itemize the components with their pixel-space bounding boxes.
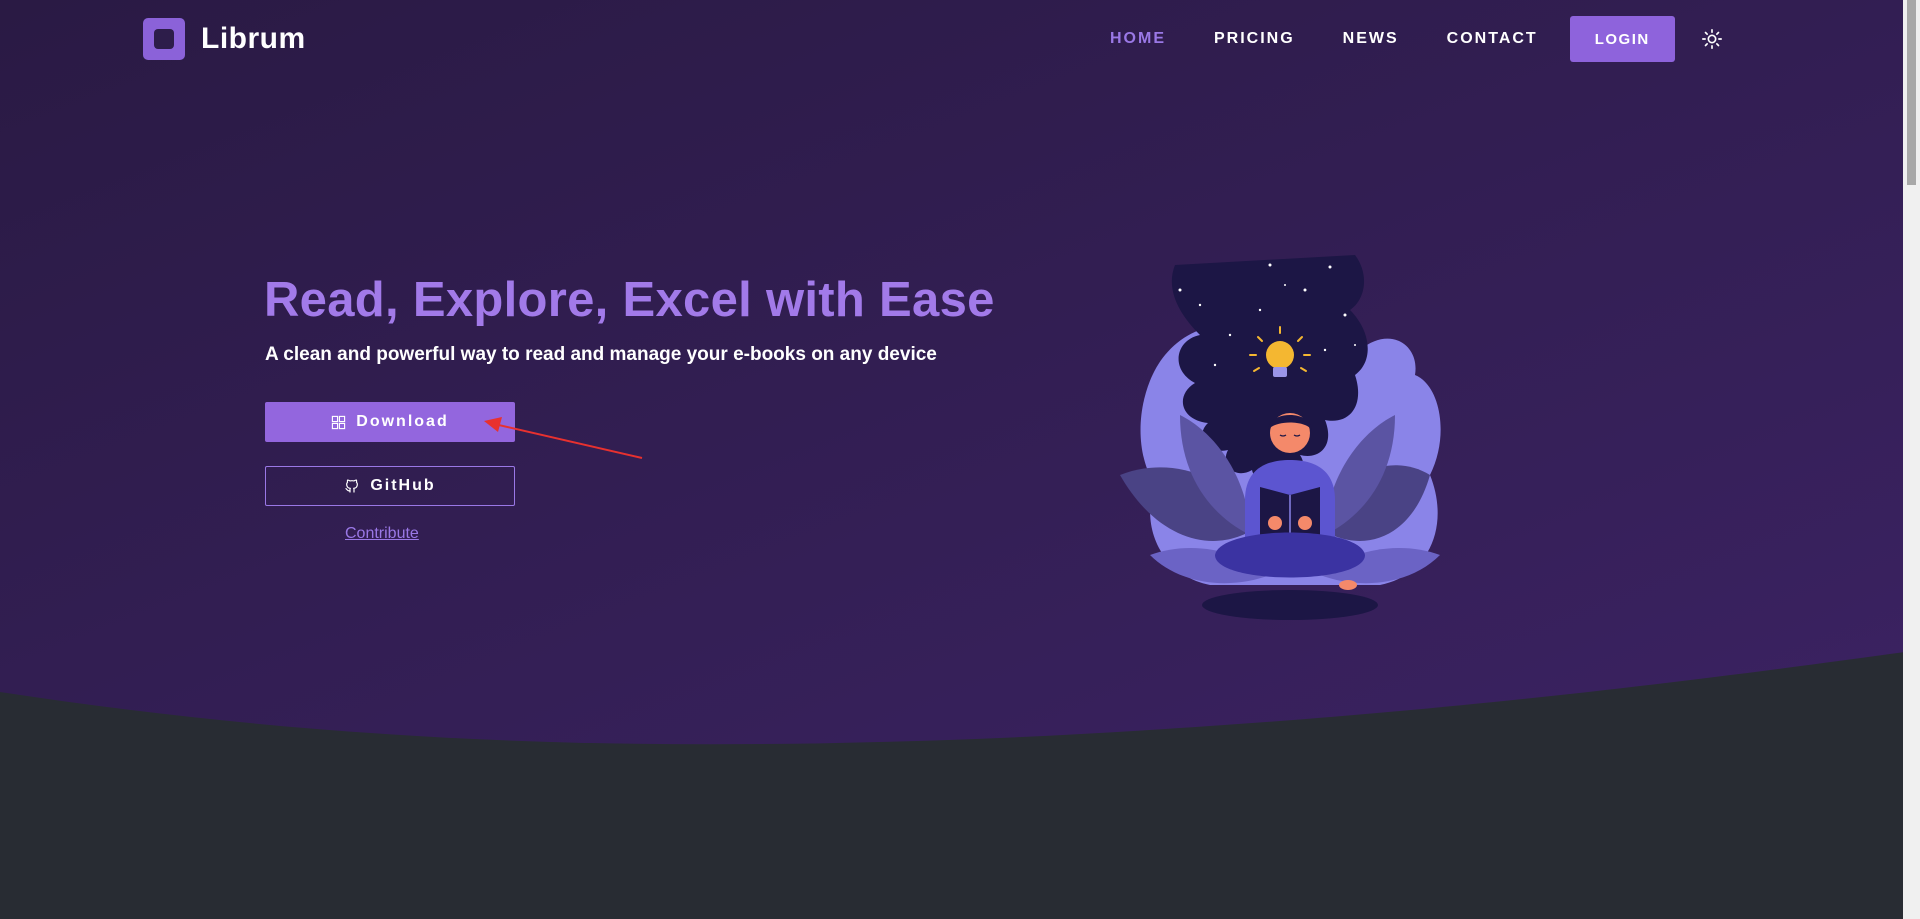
download-button[interactable]: Download [265, 402, 515, 442]
contribute-link[interactable]: Contribute [345, 525, 419, 543]
hero-title: Read, Explore, Excel with Ease [264, 273, 995, 327]
brand-name: Librum [201, 22, 306, 55]
nav-item-news[interactable]: NEWS [1343, 16, 1399, 62]
nav-item-pricing[interactable]: PRICING [1214, 16, 1295, 62]
download-button-label: Download [356, 413, 449, 430]
github-icon [344, 478, 360, 494]
page-scrollbar[interactable] [1903, 0, 1920, 919]
windows-icon [331, 415, 346, 430]
square-logo-icon [143, 18, 185, 60]
woman-reading-lightbulb-illustration [1120, 255, 1441, 620]
nav-links: HOME PRICING NEWS CONTACT LOGIN [1110, 16, 1725, 62]
sun-icon [1701, 29, 1722, 49]
scrollbar-thumb[interactable] [1907, 0, 1916, 185]
brand-link[interactable]: Librum [143, 18, 306, 60]
nav-item-contact[interactable]: CONTACT [1447, 16, 1538, 62]
nav-item-home[interactable]: HOME [1110, 16, 1166, 62]
login-button[interactable]: LOGIN [1569, 16, 1675, 62]
hero-background [0, 0, 1920, 919]
github-button[interactable]: GitHub [265, 466, 515, 506]
theme-toggle-button[interactable] [1699, 26, 1725, 52]
github-button-label: GitHub [370, 477, 436, 494]
navbar: Librum HOME PRICING NEWS CONTACT LOGIN [0, 0, 1900, 78]
hero-subtitle: A clean and powerful way to read and man… [265, 344, 937, 365]
